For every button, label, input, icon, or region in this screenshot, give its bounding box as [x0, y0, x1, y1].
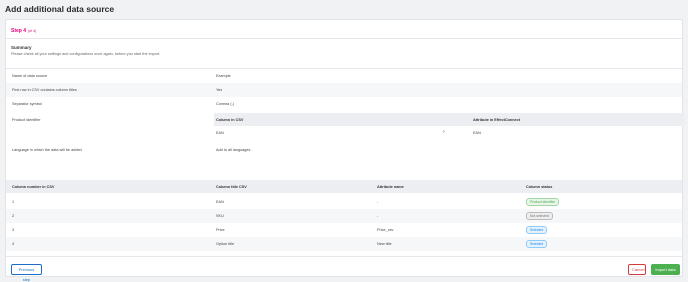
column-header: Column number in CSV	[12, 185, 55, 189]
cancel-button[interactable]: Cancel	[628, 264, 646, 275]
setting-key: Name of data source	[12, 74, 48, 78]
columns-table-header: Column number in CSV Column title CSV At…	[6, 180, 682, 193]
setting-value: Yes	[216, 88, 223, 92]
identifier-table-row: EAN › EAN	[214, 126, 684, 140]
identifier-header-attribute: Attribute in EffectConnect	[473, 118, 521, 122]
divider	[6, 256, 682, 257]
status-badge: Selected	[526, 240, 548, 248]
cell-number: 1	[12, 200, 15, 204]
wizard-card: Step 4 (of 4) Summary Please check all yo…	[5, 19, 684, 282]
status-badge: Product identifier	[526, 198, 560, 206]
table-row: 3 Price Price_csv Selected	[6, 223, 682, 237]
identifier-header-csv: Column in CSV	[216, 118, 244, 122]
step-label: Step 4	[11, 28, 27, 34]
setting-value: Comma (,)	[216, 102, 234, 106]
cell-title: Option title	[216, 242, 235, 246]
cell-attribute: Price_csv	[377, 228, 394, 232]
status-badge: Selected	[526, 226, 548, 234]
column-header: Attribute name	[377, 185, 404, 189]
cell-number: 3	[12, 228, 15, 232]
cell-number: 4	[12, 242, 15, 246]
import-data-button[interactable]: Import data	[651, 264, 680, 275]
identifier-table-header: Column in CSV Attribute in EffectConnect	[214, 113, 684, 126]
setting-key: Separator symbol	[12, 102, 42, 106]
setting-key: First row in CSV contains column titles	[12, 88, 77, 92]
summary-description: Please check all your settings and confi…	[11, 52, 161, 56]
column-header: Column status	[526, 185, 553, 189]
setting-row-separator: Separator symbol Comma (,)	[6, 97, 682, 111]
setting-row-name: Name of data source Example	[6, 69, 682, 83]
table-row: 2 SKU - Not selected	[6, 209, 682, 223]
cell-number: 2	[12, 214, 15, 218]
setting-row-first-row: First row in CSV contains column titles …	[6, 83, 682, 97]
table-row: 4 Option title New title Selected	[6, 237, 682, 251]
status-badge: Not selected	[526, 212, 553, 220]
setting-key: Product identifier	[12, 118, 41, 122]
setting-row-language: Language in which the data will be added…	[6, 143, 682, 157]
cell-title: EAN	[216, 200, 224, 204]
summary-title: Summary	[11, 45, 32, 50]
cell-attribute: New title	[377, 242, 392, 246]
setting-value: Example	[216, 74, 231, 78]
previous-step-button[interactable]: Previous step	[11, 264, 42, 282]
divider	[6, 38, 682, 39]
chevron-right-icon: ›	[443, 129, 445, 135]
cell-attribute: -	[377, 214, 379, 218]
cell-title: SKU	[216, 214, 224, 218]
identifier-csv-value: EAN	[216, 131, 224, 135]
column-header: Column title CSV	[216, 185, 247, 189]
cell-attribute: -	[377, 200, 379, 204]
step-indicator: Step 4 (of 4)	[11, 28, 36, 34]
cell-title: Price	[216, 228, 225, 232]
step-of: (of 4)	[28, 29, 37, 33]
identifier-attribute-value: EAN	[473, 131, 481, 135]
setting-value: Add to all languages	[216, 148, 251, 152]
setting-key: Language in which the data will be added	[12, 148, 82, 152]
table-row: 1 EAN - Product identifier	[6, 195, 682, 209]
page-title: Add additional data source	[5, 4, 115, 14]
